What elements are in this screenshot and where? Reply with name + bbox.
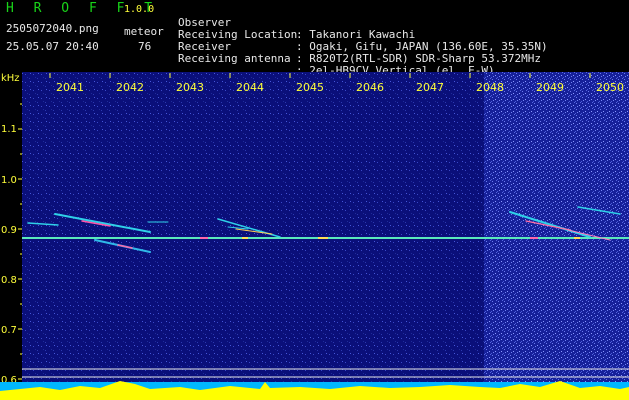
x-tick-label: 2045 [296, 81, 324, 94]
left-margin [0, 72, 22, 400]
x-tick-label: 2041 [56, 81, 84, 94]
x-tick-label: 2046 [356, 81, 384, 94]
x-tick-label: 2043 [176, 81, 204, 94]
x-tick-label: 2048 [476, 81, 504, 94]
y-axis-unit: kHz [1, 73, 20, 84]
x-tick-label: 2049 [536, 81, 564, 94]
y-tick-label: 0.8 [1, 275, 17, 286]
mode-label: meteor [124, 25, 164, 38]
x-tick-label: 2050 [596, 81, 624, 94]
header-panel: H R O F F T 1.0.0 2505072040.png 25.05.0… [0, 0, 629, 77]
spectrogram: kHz 1.1 1.0 0.9 0.8 0.7 0.6 2041 2042 20… [0, 72, 629, 400]
app-version: 1.0.0 [124, 4, 155, 15]
x-tick-label: 2042 [116, 81, 144, 94]
filename-label: 2505072040.png [6, 22, 99, 35]
info-key: Receiving antenna [178, 52, 291, 65]
y-tick-label: 1.0 [1, 175, 17, 186]
x-tick-label: 2044 [236, 81, 264, 94]
meteor-count: 76 [138, 40, 152, 53]
noise-band-strong [565, 72, 629, 382]
datetime-label: 25.05.07 20:40 [6, 40, 99, 53]
y-tick-label: 0.9 [1, 225, 17, 236]
y-tick-label: 1.1 [1, 124, 17, 135]
y-tick-label: 0.7 [1, 325, 17, 336]
x-tick-label: 2047 [416, 81, 444, 94]
